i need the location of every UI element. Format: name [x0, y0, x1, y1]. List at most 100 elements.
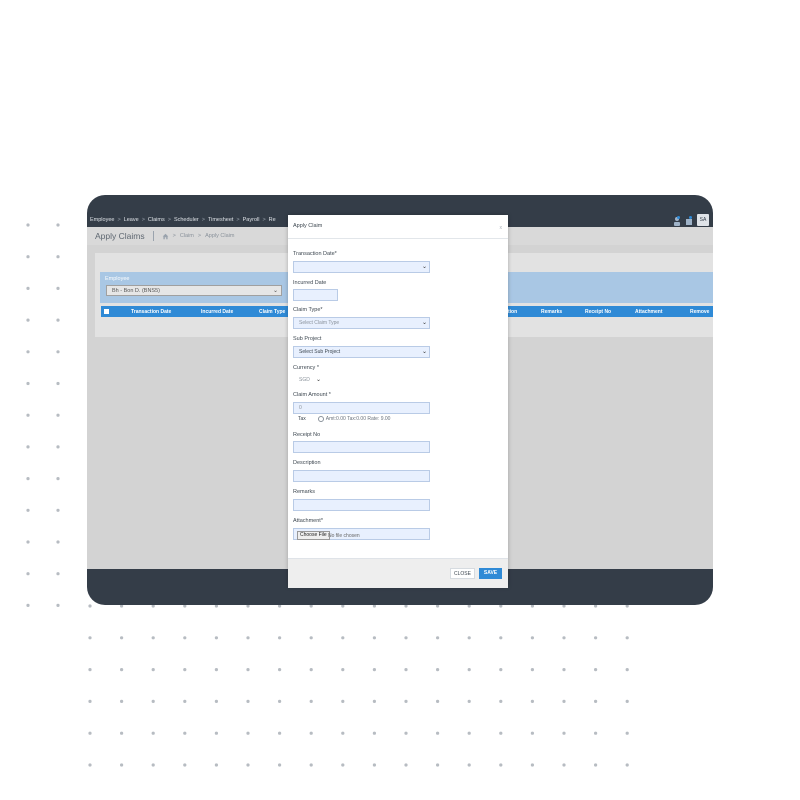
close-icon[interactable]: x [500, 225, 503, 231]
nav-item-payroll[interactable]: Payroll [243, 217, 260, 223]
dot [56, 572, 60, 576]
description-input[interactable] [293, 470, 430, 482]
dot [594, 668, 598, 672]
user-icon[interactable] [673, 216, 681, 226]
breadcrumb-claim[interactable]: Claim [180, 233, 194, 239]
dot [467, 699, 471, 704]
sub-project-select[interactable]: Select Sub Project ⌄ [293, 346, 430, 358]
dot [214, 699, 218, 704]
nav-item-claims[interactable]: Claims [148, 217, 165, 223]
dot [26, 445, 30, 449]
nav-item-reports[interactable]: Re [269, 217, 276, 223]
nav-item-scheduler[interactable]: Scheduler [174, 217, 199, 223]
dot [56, 223, 60, 227]
dot [530, 763, 535, 767]
dot [309, 731, 313, 735]
choose-file-button[interactable]: Choose File [297, 531, 330, 540]
dot [436, 699, 440, 704]
dot [214, 763, 218, 767]
dot [341, 668, 345, 672]
claim-type-label: Claim Type* [293, 307, 323, 313]
dot [278, 636, 282, 640]
dot [499, 731, 503, 735]
chevron-down-icon: ⌄ [421, 264, 427, 270]
dot [309, 699, 313, 704]
top-icons: SA [673, 214, 709, 226]
dot [26, 318, 30, 322]
dot [625, 636, 629, 640]
claim-amount-input[interactable]: 0 [293, 402, 430, 414]
dot [56, 381, 60, 386]
claim-type-select[interactable]: Select Claim Type ⌄ [293, 317, 430, 329]
attachment-input: Choose File No file chosen [293, 528, 430, 540]
dot [26, 255, 30, 259]
modal-footer: CLOSE SAVE [288, 558, 508, 588]
select-all-checkbox[interactable] [104, 309, 109, 314]
dot [278, 668, 282, 672]
dot [26, 223, 30, 227]
claim-amount-label: Claim Amount * [293, 392, 331, 398]
incurred-date-input[interactable] [293, 289, 338, 301]
nav-item-timesheet[interactable]: Timesheet [208, 217, 233, 223]
dot [278, 763, 282, 767]
employee-select[interactable]: Bh - Bon D. (BNS5) ⌄ [106, 285, 282, 296]
page-title: Apply Claims [95, 231, 145, 241]
dot [88, 636, 92, 640]
dot [183, 636, 187, 640]
dot [56, 413, 60, 417]
nav-item-employee[interactable]: Employee [90, 217, 114, 223]
description-label: Description [293, 460, 321, 466]
dot [594, 731, 598, 735]
dot [562, 731, 566, 735]
dot [404, 763, 408, 767]
receipt-no-input[interactable] [293, 441, 430, 453]
apply-claim-modal: Apply Claim x Transaction Date* ⌄ Incurr… [288, 215, 508, 588]
tax-info: Amt:0.00 Tax:0.00 Rate: 9.00 [325, 416, 391, 422]
dot [214, 636, 218, 640]
settings-icon[interactable] [685, 216, 693, 225]
dot [120, 699, 124, 704]
dot [404, 668, 408, 672]
nav-menu: Employee > Leave > Claims > Scheduler > Time… [90, 217, 276, 223]
dot [625, 763, 629, 767]
tax-checkbox[interactable] [317, 416, 324, 422]
dot [467, 763, 471, 767]
dot [26, 381, 30, 386]
dot [151, 699, 155, 704]
dot [404, 699, 408, 704]
col-attachment: Attachment [635, 308, 663, 315]
dot [436, 763, 440, 767]
dot [246, 731, 250, 735]
dot [499, 668, 503, 672]
dot [246, 668, 250, 672]
home-icon[interactable] [162, 233, 169, 240]
dot [341, 731, 345, 735]
transaction-date-input[interactable]: ⌄ [293, 261, 430, 273]
remarks-input[interactable] [293, 499, 430, 511]
close-button[interactable]: CLOSE [450, 568, 475, 579]
dot [151, 668, 155, 672]
dot [120, 668, 124, 672]
dot [26, 603, 30, 608]
dot [88, 699, 92, 704]
currency-select[interactable]: SGD ⌄ [293, 374, 324, 386]
dot [56, 286, 60, 290]
chevron-down-icon: ⌄ [421, 349, 427, 355]
dot [26, 477, 30, 481]
dot [594, 763, 598, 767]
currency-label: Currency * [293, 365, 319, 371]
modal-header: Apply Claim x [288, 215, 508, 239]
receipt-no-label: Receipt No [293, 432, 321, 438]
dot [372, 731, 376, 735]
dot [88, 731, 92, 735]
dot [278, 699, 282, 704]
attachment-label: Attachment* [293, 518, 323, 524]
save-button[interactable]: SAVE [479, 568, 502, 579]
nav-item-leave[interactable]: Leave [124, 217, 139, 223]
dot [278, 731, 282, 735]
dot [151, 731, 155, 735]
avatar[interactable]: SA [697, 214, 709, 226]
dot [594, 699, 598, 704]
dot [120, 763, 124, 767]
col-receipt-no: Receipt No [585, 308, 612, 315]
